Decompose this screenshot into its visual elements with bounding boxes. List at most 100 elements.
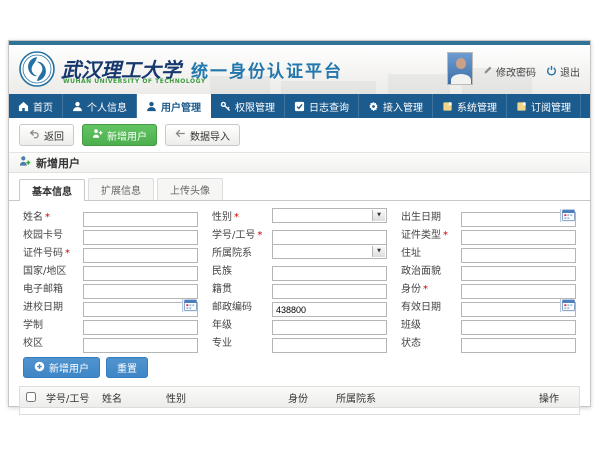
- submit-add-user-button[interactable]: 新增用户: [23, 357, 100, 378]
- field-control: [461, 244, 576, 259]
- add-user-form: 姓名*性别*▼出生日期校园卡号学号/工号*证件类型*证件号码*所属院系▼住址国家…: [9, 201, 590, 353]
- plus-circle-icon: [34, 361, 45, 375]
- nav-tab-access-management[interactable]: 接入管理: [359, 94, 433, 118]
- form-tabs: 基本信息扩展信息上传头像: [9, 173, 590, 201]
- field-control: [461, 226, 576, 241]
- field-control: [272, 298, 387, 313]
- skyline-decoration: [388, 74, 450, 94]
- back-arrow-icon: [29, 128, 40, 142]
- user-table-header: 学号/工号姓名性别身份所属院系操作: [20, 387, 579, 408]
- field-label: 学号/工号*: [212, 226, 272, 241]
- import-arrow-icon: [175, 128, 186, 142]
- university-logo-icon: [19, 51, 55, 87]
- field-label: 出生日期: [401, 208, 461, 223]
- major-field: 专业: [212, 333, 387, 349]
- major-input[interactable]: [272, 338, 387, 353]
- calendar-icon[interactable]: [560, 209, 575, 222]
- reset-button[interactable]: 重置: [106, 357, 148, 378]
- main-nav: 首页 个人信息用户管理权限管理 日志查询 接入管理系统管理 订阅管理: [9, 94, 590, 118]
- nav-tab-system-management[interactable]: 系统管理: [433, 94, 507, 118]
- gender-select[interactable]: ▼: [272, 208, 387, 223]
- nav-tab-subscription-management[interactable]: 订阅管理: [507, 94, 581, 118]
- required-marker: *: [257, 230, 262, 241]
- section-title: 新增用户: [36, 155, 80, 171]
- notebook-icon: [516, 101, 527, 112]
- grade-field: 年级: [212, 315, 387, 331]
- table-header-1: 姓名: [98, 390, 162, 405]
- ethnicity-field: 民族: [212, 261, 387, 277]
- calendar-icon[interactable]: [560, 299, 575, 312]
- add-user-toolbar-button[interactable]: 新增用户: [82, 124, 157, 146]
- app-header: 武汉理工大学统一身份认证平台 WUHAN UNIVERSITY OF TECHN…: [9, 45, 590, 94]
- required-marker: *: [423, 284, 428, 295]
- email-field: 电子邮箱: [23, 279, 198, 295]
- field-control: [272, 280, 387, 295]
- table-header-0: 学号/工号: [42, 390, 98, 405]
- field-label: 所属院系: [212, 244, 272, 259]
- logout-link[interactable]: 退出: [546, 64, 580, 85]
- field-label: 证件号码*: [23, 244, 83, 259]
- tab-upload-avatar[interactable]: 上传头像: [157, 178, 223, 200]
- field-control: [83, 208, 198, 223]
- nav-tab-permission-management[interactable]: 权限管理: [211, 94, 285, 118]
- gear-icon: [368, 101, 379, 112]
- field-label: 有效日期: [401, 298, 461, 313]
- required-marker: *: [443, 230, 448, 241]
- nav-tab-label: 首页: [33, 99, 53, 114]
- user-icon: [146, 101, 157, 112]
- nav-tab-label: 个人信息: [87, 99, 127, 114]
- nav-tab-log-query[interactable]: 日志查询: [285, 94, 359, 118]
- field-control: [83, 262, 198, 277]
- field-control: [83, 334, 198, 349]
- field-label: 姓名*: [23, 208, 83, 223]
- name-field: 姓名*: [23, 207, 198, 223]
- nav-tab-label: 接入管理: [383, 99, 423, 114]
- check-square-icon: [294, 101, 305, 112]
- required-marker: *: [234, 212, 239, 223]
- field-label: 进校日期: [23, 298, 83, 313]
- required-marker: *: [45, 212, 50, 223]
- gender-field: 性别*▼: [212, 207, 387, 223]
- field-label: 状态: [401, 334, 461, 349]
- user-table-body: [20, 408, 579, 414]
- dropdown-arrow-icon: ▼: [372, 246, 385, 257]
- field-label: 年级: [212, 316, 272, 331]
- data-import-button[interactable]: 数据导入: [165, 124, 240, 146]
- native-place-field: 籍贯: [212, 279, 387, 295]
- pencil-icon: [483, 65, 493, 78]
- tab-basic-info[interactable]: 基本信息: [19, 179, 85, 201]
- campus-input[interactable]: [83, 338, 198, 353]
- nav-tab-label: 日志查询: [309, 99, 349, 114]
- key-icon: [220, 101, 231, 112]
- department-select[interactable]: ▼: [272, 244, 387, 259]
- country-region-field: 国家/地区: [23, 261, 198, 277]
- change-password-link[interactable]: 修改密码: [483, 64, 536, 85]
- id-number-field: 证件号码*: [23, 243, 198, 259]
- political-status-field: 政治面貌: [401, 261, 576, 277]
- add-user-icon: [92, 128, 103, 142]
- field-control: [461, 208, 576, 223]
- field-control: [272, 262, 387, 277]
- enroll-date-field: 进校日期: [23, 297, 198, 313]
- id-type-field: 证件类型*: [401, 225, 576, 241]
- field-control: [461, 316, 576, 331]
- calendar-icon[interactable]: [182, 299, 197, 312]
- field-control: [83, 226, 198, 241]
- class-field: 班级: [401, 315, 576, 331]
- user-avatar: [447, 52, 473, 85]
- field-label: 政治面貌: [401, 262, 461, 277]
- nav-tab-home[interactable]: 首页: [9, 94, 63, 118]
- nav-tab-personal-info[interactable]: 个人信息: [63, 94, 137, 118]
- nav-tab-user-management[interactable]: 用户管理: [137, 94, 211, 118]
- field-control: ▼: [272, 244, 387, 259]
- back-button[interactable]: 返回: [19, 124, 74, 146]
- tab-extended-info[interactable]: 扩展信息: [88, 178, 154, 200]
- status-input[interactable]: [461, 338, 576, 353]
- select-all-checkbox[interactable]: [26, 392, 36, 402]
- section-title-bar: 新增用户: [9, 153, 590, 173]
- nav-tab-label: 订阅管理: [531, 99, 571, 114]
- campus-field: 校区: [23, 333, 198, 349]
- student-id-field: 学号/工号*: [212, 225, 387, 241]
- address-field: 住址: [401, 243, 576, 259]
- field-label: 证件类型*: [401, 226, 461, 241]
